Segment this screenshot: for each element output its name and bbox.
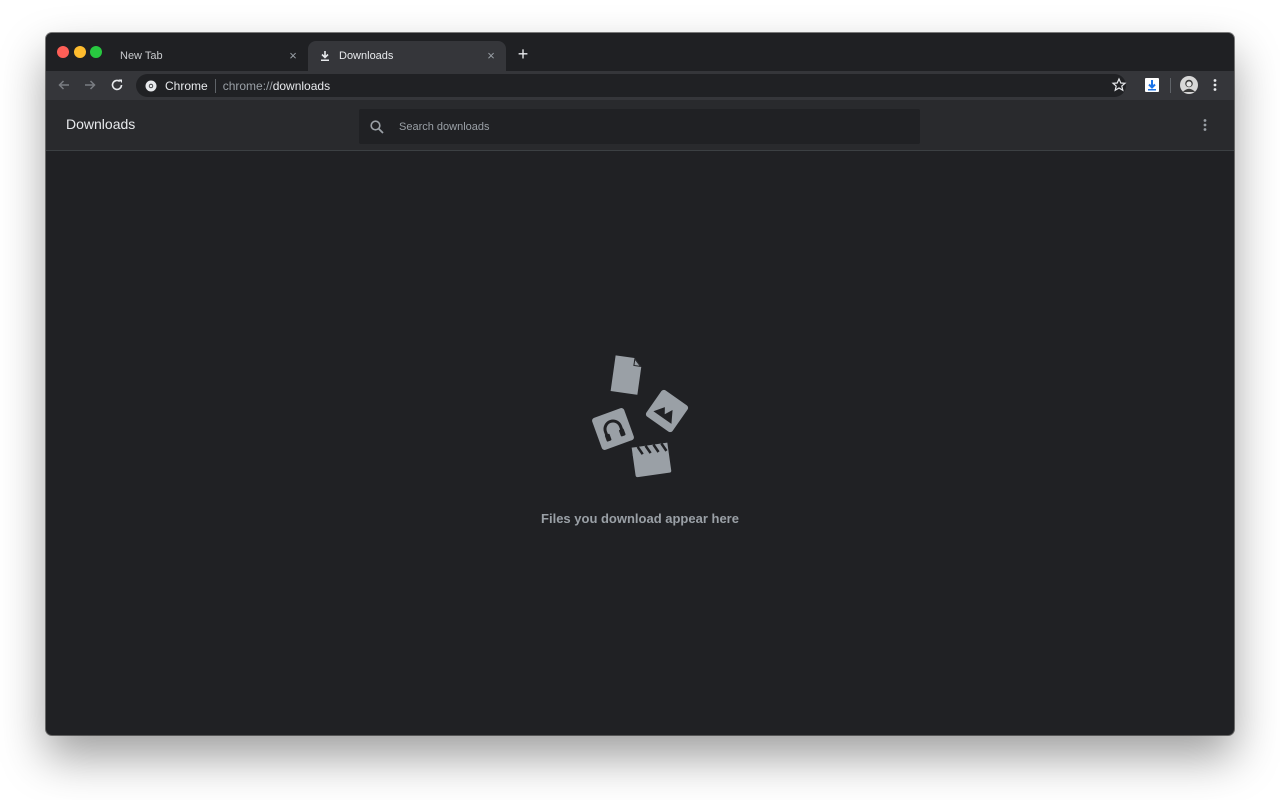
close-window-button[interactable] bbox=[57, 46, 69, 58]
empty-state-message: Files you download appear here bbox=[541, 511, 739, 526]
video-file-icon bbox=[631, 442, 672, 478]
browser-window: New Tab × Downloads × + Chrome chrome://… bbox=[46, 33, 1234, 735]
page-title: Downloads bbox=[66, 116, 136, 132]
search-icon bbox=[370, 119, 384, 134]
tab-title: New Tab bbox=[120, 50, 163, 62]
toolbar: Chrome chrome://downloads bbox=[46, 71, 1234, 100]
search-box[interactable] bbox=[359, 109, 920, 144]
maximize-window-button[interactable] bbox=[90, 46, 102, 58]
tab-close-icon[interactable]: × bbox=[286, 49, 300, 63]
image-file-icon bbox=[645, 389, 689, 433]
omnibox-url-host: downloads bbox=[272, 78, 331, 93]
tab-downloads[interactable]: Downloads × bbox=[308, 41, 506, 71]
empty-downloads-illustration bbox=[592, 355, 689, 478]
toolbar-divider bbox=[1170, 78, 1171, 93]
tab-strip: New Tab × Downloads × + bbox=[46, 33, 1234, 71]
reload-icon[interactable] bbox=[109, 77, 125, 93]
minimize-window-button[interactable] bbox=[74, 46, 86, 58]
omnibox-site-label: Chrome bbox=[165, 78, 208, 93]
omnibox-url-scheme: chrome:// bbox=[222, 78, 273, 93]
audio-file-icon bbox=[592, 408, 634, 450]
bookmark-star-icon[interactable] bbox=[1111, 77, 1127, 93]
chrome-logo-icon bbox=[145, 80, 157, 91]
downloads-header: Downloads bbox=[46, 100, 1234, 151]
tab-title: Downloads bbox=[339, 50, 394, 62]
tab-new-tab[interactable]: New Tab × bbox=[112, 41, 308, 71]
download-icon bbox=[321, 51, 329, 61]
more-actions-icon[interactable] bbox=[1197, 117, 1213, 133]
search-input[interactable] bbox=[397, 119, 881, 134]
tab-close-icon[interactable]: × bbox=[484, 49, 498, 63]
omnibox[interactable]: Chrome chrome://downloads bbox=[136, 74, 1126, 97]
document-file-icon bbox=[610, 355, 642, 395]
omnibox-divider bbox=[214, 78, 216, 93]
profile-avatar-icon[interactable] bbox=[1180, 76, 1198, 94]
extension-download-icon[interactable] bbox=[1144, 77, 1160, 93]
browser-menu-icon[interactable] bbox=[1207, 77, 1223, 93]
new-tab-button[interactable]: + bbox=[514, 45, 532, 63]
back-arrow-icon[interactable] bbox=[56, 77, 72, 93]
forward-arrow-icon[interactable] bbox=[82, 77, 98, 93]
